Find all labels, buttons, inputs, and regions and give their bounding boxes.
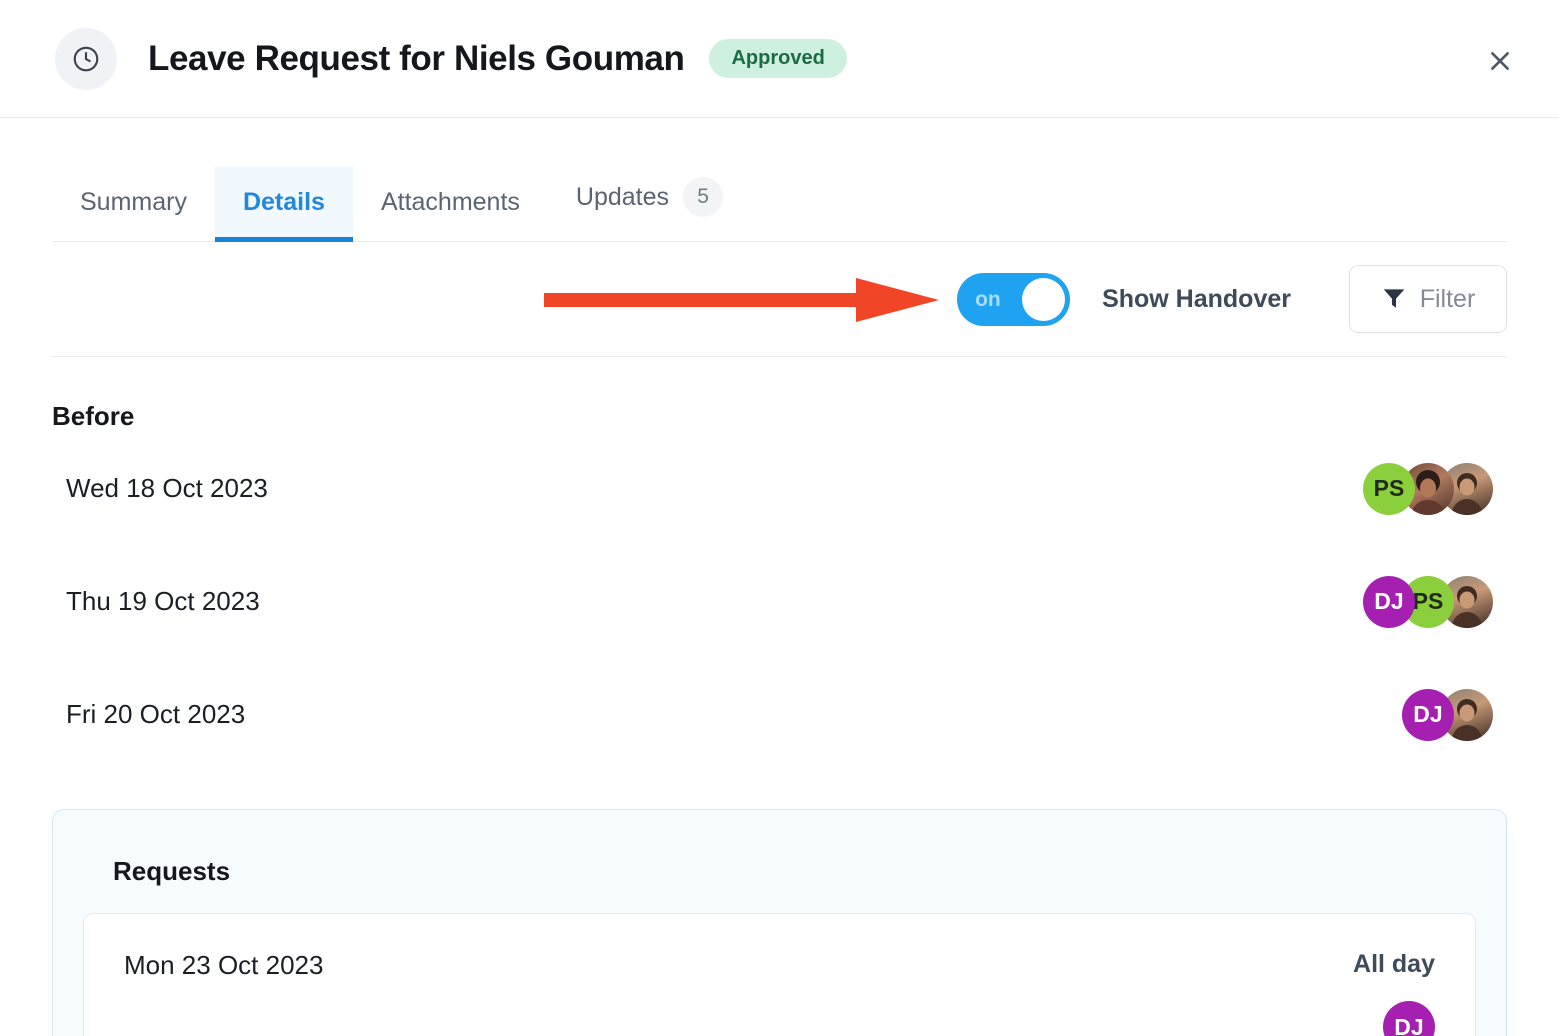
tab-bar: Summary Details Attachments Updates 5 xyxy=(52,118,1507,242)
tab-updates-label: Updates xyxy=(575,182,670,211)
list-item[interactable]: Mon 23 Oct 2023 All day DJ xyxy=(83,913,1476,1036)
requests-card: Requests Mon 23 Oct 2023 All day DJ xyxy=(52,809,1507,1036)
avatar[interactable]: DJ xyxy=(1383,1001,1435,1036)
tab-attachments[interactable]: Attachments xyxy=(353,166,548,241)
day-date-label: Thu 19 Oct 2023 xyxy=(66,586,260,616)
close-icon[interactable] xyxy=(1483,44,1517,78)
request-meta: All day DJ xyxy=(1353,950,1435,1036)
list-item[interactable]: Thu 19 Oct 2023 PS DJ xyxy=(52,545,1507,658)
tab-summary[interactable]: Summary xyxy=(52,166,215,241)
day-date-label: Wed 18 Oct 2023 xyxy=(66,473,268,503)
avatar-stack: DJ xyxy=(1402,688,1493,741)
tab-details[interactable]: Details xyxy=(214,166,353,242)
tab-attachments-label: Attachments xyxy=(380,188,520,216)
avatar-stack: PS DJ xyxy=(1363,575,1493,628)
toggle-knob xyxy=(1022,277,1066,321)
annotation-arrow-icon xyxy=(544,278,939,322)
avatar[interactable]: DJ xyxy=(1402,688,1454,741)
modal-header: Leave Request for Niels Gouman Approved xyxy=(0,0,1559,118)
avatar[interactable]: DJ xyxy=(1363,575,1415,628)
request-date-label: Mon 23 Oct 2023 xyxy=(124,950,324,980)
details-controls: on Show Handover Filter xyxy=(52,242,1507,357)
toggle-state-label: on xyxy=(975,287,1001,311)
list-item[interactable]: Wed 18 Oct 2023 PS xyxy=(52,432,1507,545)
show-handover-toggle[interactable]: on xyxy=(957,272,1071,326)
status-badge: Approved xyxy=(709,39,847,78)
avatar[interactable]: PS xyxy=(1363,462,1415,515)
filter-icon xyxy=(1381,285,1407,314)
leave-request-modal: Leave Request for Niels Gouman Approved … xyxy=(0,0,1559,1036)
page-title: Leave Request for Niels Gouman xyxy=(148,38,685,78)
before-day-list: Wed 18 Oct 2023 PS Thu 19 Oct 2023 PS DJ xyxy=(52,432,1507,771)
show-handover-label: Show Handover xyxy=(1102,284,1291,313)
day-date-label: Fri 20 Oct 2023 xyxy=(66,699,246,729)
tab-summary-label: Summary xyxy=(80,188,187,216)
request-duration-label: All day xyxy=(1353,950,1435,978)
avatar-stack: PS xyxy=(1363,462,1493,515)
tab-details-label: Details xyxy=(242,188,325,216)
requests-section-title: Requests xyxy=(113,856,231,886)
clock-icon xyxy=(55,27,117,90)
filter-button[interactable]: Filter xyxy=(1349,265,1507,333)
list-item[interactable]: Fri 20 Oct 2023 DJ xyxy=(52,658,1507,771)
filter-button-label: Filter xyxy=(1419,284,1476,313)
tab-updates-badge: 5 xyxy=(683,177,724,217)
before-section-title: Before xyxy=(52,401,135,431)
tab-updates[interactable]: Updates 5 xyxy=(548,155,751,241)
